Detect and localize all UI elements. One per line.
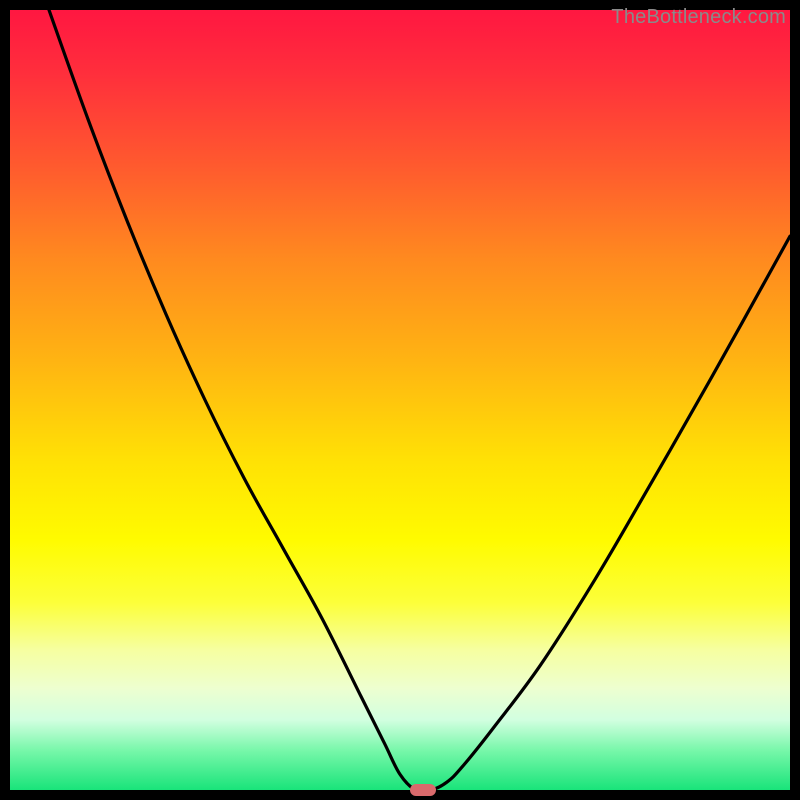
curve-svg [10,10,790,790]
gradient-plot-area [10,10,790,790]
attribution-text: TheBottleneck.com [611,6,786,29]
minimum-marker [410,784,436,796]
bottleneck-curve-path [49,10,790,790]
